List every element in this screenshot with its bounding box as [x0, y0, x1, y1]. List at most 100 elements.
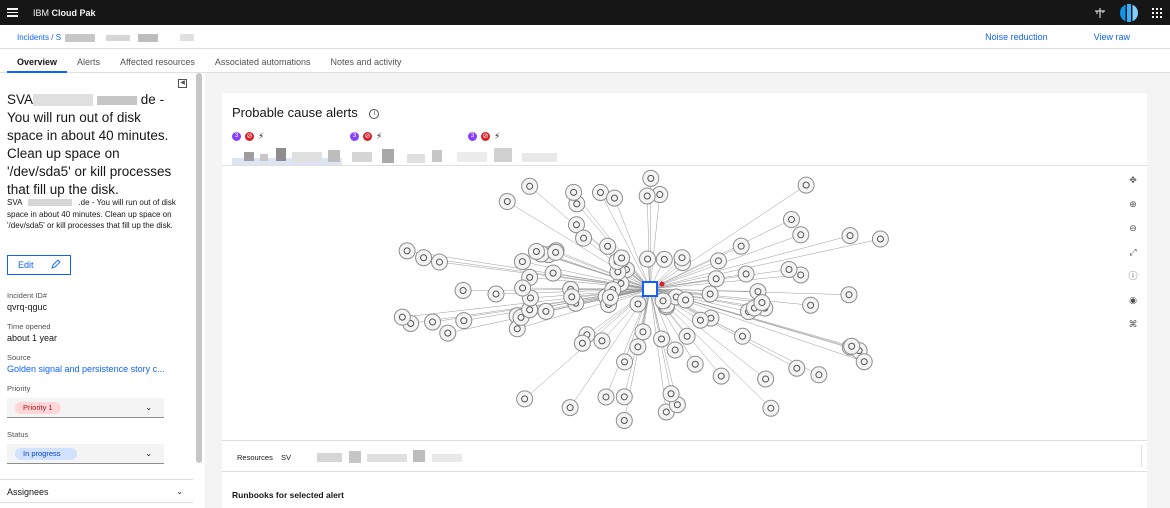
- tab-affected-resources[interactable]: Affected resources: [110, 49, 205, 73]
- resource-node[interactable]: [662, 385, 680, 403]
- resource-node[interactable]: [638, 187, 656, 205]
- resource-node[interactable]: [563, 288, 581, 306]
- resource-node[interactable]: [516, 390, 534, 408]
- alert-card[interactable]: 3 ⊘ ⚡: [232, 132, 264, 141]
- view-raw-link[interactable]: View raw: [1094, 32, 1130, 42]
- resource-node[interactable]: [788, 359, 806, 377]
- resource-node[interactable]: [843, 337, 861, 355]
- hamburger-icon[interactable]: [0, 0, 25, 25]
- resource-node[interactable]: [430, 253, 448, 271]
- resource-node[interactable]: [629, 338, 647, 356]
- resource-node[interactable]: [398, 242, 416, 260]
- resource-node[interactable]: [613, 249, 631, 267]
- resource-node[interactable]: [792, 226, 810, 244]
- resource-node[interactable]: [737, 265, 755, 283]
- resource-node[interactable]: [439, 324, 457, 342]
- zoom-out-icon[interactable]: ⊖: [1127, 222, 1139, 234]
- selected-host-node[interactable]: [642, 281, 658, 297]
- tab-alerts[interactable]: Alerts: [67, 49, 110, 73]
- avatar[interactable]: [1120, 3, 1138, 22]
- resource-node[interactable]: [487, 285, 505, 303]
- resource-node[interactable]: [629, 295, 647, 313]
- resource-node[interactable]: [605, 189, 623, 207]
- resource-node[interactable]: [393, 308, 411, 326]
- product-brand[interactable]: IBM Cloud Pak: [33, 8, 96, 18]
- resource-node[interactable]: [454, 281, 472, 299]
- resource-node[interactable]: [707, 270, 725, 288]
- resource-node[interactable]: [642, 169, 660, 187]
- resource-node[interactable]: [601, 288, 619, 306]
- resource-node[interactable]: [521, 177, 539, 195]
- source-link[interactable]: Golden signal and persistence story c...: [7, 364, 165, 374]
- resource-node[interactable]: [593, 332, 611, 350]
- topology-graph[interactable]: ✥ ⊕ ⊖ ⤢ ⓘ ◉ ⌘: [222, 165, 1147, 440]
- resource-node[interactable]: [527, 242, 545, 260]
- fit-to-screen-icon[interactable]: ⤢: [1127, 246, 1139, 258]
- tab-associated-automations[interactable]: Associated automations: [205, 49, 321, 73]
- resource-node[interactable]: [871, 230, 889, 248]
- resource-node[interactable]: [841, 227, 859, 245]
- resource-node[interactable]: [840, 286, 858, 304]
- resource-node[interactable]: [514, 279, 532, 297]
- resource-node[interactable]: [810, 366, 828, 384]
- sidebar-scrollbar[interactable]: [196, 73, 202, 463]
- resource-node[interactable]: [678, 327, 696, 345]
- zoom-in-icon[interactable]: ⊕: [1127, 198, 1139, 210]
- resource-node[interactable]: [615, 412, 633, 430]
- resource-node[interactable]: [701, 285, 719, 303]
- resource-node[interactable]: [634, 323, 652, 341]
- expand-nodes-icon[interactable]: ⌘: [1127, 318, 1139, 330]
- resource-node[interactable]: [802, 296, 820, 314]
- noise-reduction-link[interactable]: Noise reduction: [985, 32, 1048, 42]
- resource-node[interactable]: [575, 229, 593, 247]
- assignees-accordion[interactable]: Assignees ⌄: [0, 479, 193, 503]
- resource-node[interactable]: [673, 249, 691, 267]
- resource-node[interactable]: [573, 334, 591, 352]
- resource-node[interactable]: [639, 250, 657, 268]
- priority-select[interactable]: Priority 1 ⌄: [7, 398, 164, 418]
- resource-node[interactable]: [666, 341, 684, 359]
- resource-node[interactable]: [797, 176, 815, 194]
- resource-node[interactable]: [561, 399, 579, 417]
- resource-node[interactable]: [424, 313, 442, 331]
- breadcrumb-incidents[interactable]: Incidents: [17, 33, 49, 42]
- resource-node[interactable]: [709, 252, 727, 270]
- edit-button[interactable]: Edit: [7, 255, 71, 275]
- resource-node[interactable]: [762, 399, 780, 417]
- info-icon[interactable]: i: [369, 108, 380, 119]
- resource-node[interactable]: [712, 367, 730, 385]
- alert-card[interactable]: 3 ⊘ ⚡: [350, 132, 382, 141]
- app-switcher-icon[interactable]: [1152, 7, 1162, 18]
- move-icon[interactable]: ✥: [1127, 174, 1139, 186]
- resource-node[interactable]: [732, 237, 750, 255]
- resource-node[interactable]: [686, 355, 704, 373]
- resource-node[interactable]: [544, 264, 562, 282]
- tab-notes-and-activity[interactable]: Notes and activity: [320, 49, 411, 73]
- tab-overview[interactable]: Overview: [7, 49, 68, 73]
- resource-node[interactable]: [734, 327, 752, 345]
- resource-node[interactable]: [615, 388, 633, 406]
- resource-node[interactable]: [599, 237, 617, 255]
- resource-node[interactable]: [653, 330, 671, 348]
- info-icon[interactable]: ⓘ: [1127, 270, 1139, 282]
- resource-node[interactable]: [547, 243, 565, 261]
- collapse-panel-icon[interactable]: ◀: [178, 79, 187, 88]
- topology-icon[interactable]: [1094, 7, 1106, 19]
- resource-node[interactable]: [677, 291, 695, 309]
- resource-node[interactable]: [616, 353, 634, 371]
- alert-card[interactable]: 3 ⊘ ⚡: [468, 132, 500, 141]
- resource-node[interactable]: [415, 249, 433, 267]
- resource-node[interactable]: [537, 302, 555, 320]
- resource-node[interactable]: [780, 261, 798, 279]
- resource-node[interactable]: [757, 370, 775, 388]
- resource-node[interactable]: [691, 311, 709, 329]
- resource-node[interactable]: [565, 183, 583, 201]
- resource-node[interactable]: [855, 353, 873, 371]
- resource-node[interactable]: [498, 193, 516, 211]
- resource-node[interactable]: [597, 388, 615, 406]
- resource-node[interactable]: [753, 294, 771, 312]
- topology-canvas[interactable]: [222, 166, 1122, 441]
- resource-node[interactable]: [782, 211, 800, 229]
- location-icon[interactable]: ◉: [1127, 294, 1139, 306]
- resource-node[interactable]: [513, 253, 531, 271]
